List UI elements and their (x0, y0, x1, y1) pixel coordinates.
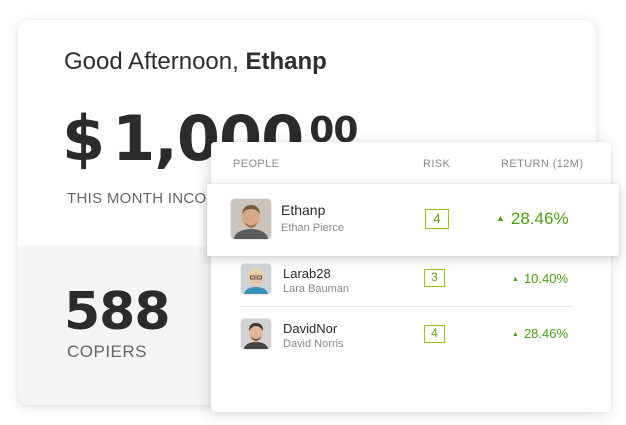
currency-symbol: $ (62, 102, 105, 175)
row-username[interactable]: DavidNor (283, 321, 337, 336)
trend-up-icon: ▲ (496, 213, 505, 223)
people-table-card: PEOPLE RISK RETURN (12M) Ethanp Ethan Pi… (207, 142, 619, 412)
row-return: ▲ 10.40% (512, 271, 568, 286)
greeting: Good Afternoon, Ethanp (64, 48, 327, 76)
row-return-value: 10.40% (523, 271, 569, 286)
risk-score: 4 (425, 209, 449, 229)
row-return: ▲ 28.46% (512, 326, 568, 341)
trend-up-icon: ▲ (512, 331, 519, 338)
row-divider (241, 306, 573, 307)
row-return: ▲ 28.46% (496, 209, 569, 229)
row-fullname: Ethan Pierce (281, 222, 344, 234)
copiers-label: COPIERS (67, 342, 148, 361)
risk-score: 4 (424, 325, 445, 343)
header-people[interactable]: PEOPLE (233, 158, 279, 170)
david-avatar-icon[interactable] (241, 319, 271, 349)
greeting-user-name: Ethanp (245, 48, 327, 75)
table-header: PEOPLE RISK RETURN (12M) (211, 142, 611, 184)
row-fullname: David Norris (283, 338, 344, 350)
row-return-value: 28.46% (523, 326, 569, 341)
row-fullname: Lara Bauman (283, 283, 350, 295)
ethan-avatar-icon[interactable] (231, 199, 271, 239)
greeting-prefix: Good Afternoon, (64, 48, 239, 75)
risk-score: 3 (424, 269, 445, 287)
table-row[interactable]: DavidNor David Norris 4 ▲ 28.46% (211, 311, 611, 367)
table-row[interactable]: Larab28 Lara Bauman 3 ▲ 10.40% (211, 256, 611, 312)
table-row[interactable]: Ethanp Ethan Pierce 4 ▲ 28.46% (207, 184, 619, 256)
header-return[interactable]: RETURN (12M) (501, 158, 583, 170)
row-username[interactable]: Larab28 (283, 266, 331, 281)
row-username[interactable]: Ethanp (281, 202, 325, 218)
income-label: THIS MONTH INCOME (67, 190, 230, 207)
trend-up-icon: ▲ (512, 276, 519, 283)
header-risk[interactable]: RISK (423, 158, 450, 170)
lara-avatar-icon[interactable] (241, 264, 271, 294)
row-return-value: 28.46% (510, 209, 569, 228)
copiers-count: 588 (64, 282, 171, 342)
